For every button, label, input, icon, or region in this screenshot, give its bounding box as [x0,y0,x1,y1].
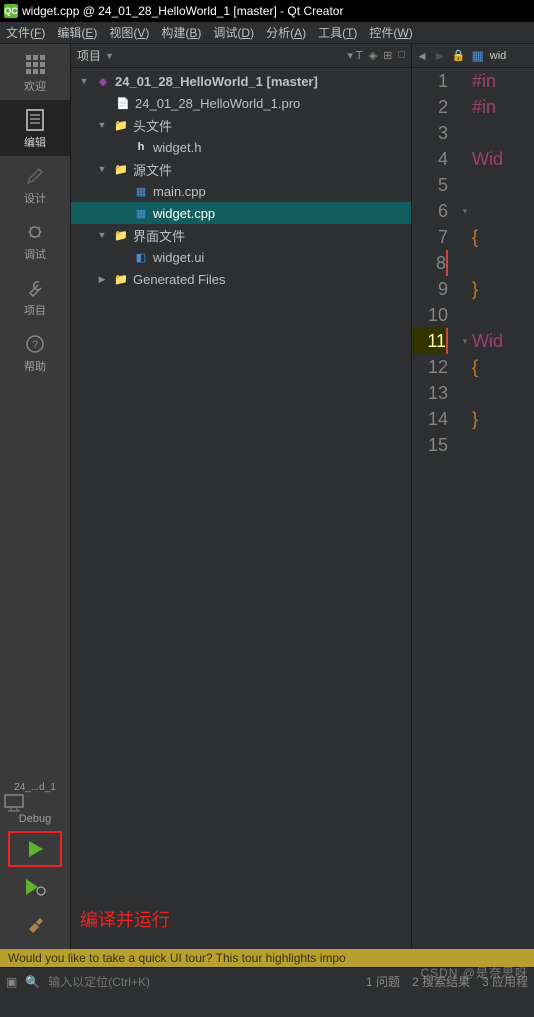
mode-edit[interactable]: 编辑 [0,100,70,156]
cpp-file-icon: ▦ [133,205,149,221]
mode-projects[interactable]: 项目 [0,268,70,324]
wrench-icon [23,276,47,300]
project-icon: ◆ [95,73,111,89]
menu-edit[interactable]: 编辑(E) [51,24,103,41]
status-issues[interactable]: 1 问题 [366,973,400,990]
pencil-icon [23,164,47,188]
fold-column[interactable]: ▾ ▾ [458,68,472,949]
folder-icon: 📁 [113,161,129,177]
cpp-file-icon: ▦ [471,48,483,64]
menu-analyze[interactable]: 分析(A) [260,24,312,41]
tree-pro-file[interactable]: 📄 24_01_28_HelloWorld_1.pro [71,92,411,114]
locator-input[interactable]: 输入以定位(Ctrl+K) [48,973,150,990]
folder-icon: 📁 [113,227,129,243]
nav-back-icon[interactable]: ◄ [416,49,428,63]
help-icon: ? [23,332,47,356]
menu-debug[interactable]: 调试(D) [207,24,260,41]
tree-file-selected[interactable]: ▦ widget.cpp [71,202,411,224]
mode-debug[interactable]: 调试 [0,212,70,268]
nav-fwd-icon[interactable]: ► [434,49,446,63]
titlebar: QC widget.cpp @ 24_01_28_HelloWorld_1 [m… [0,0,534,22]
folder-icon: 📁 [113,271,129,287]
menu-build[interactable]: 构建(B) [155,24,207,41]
bug-icon [23,220,47,244]
annotation-label: 编译并运行 [80,906,170,932]
add-icon[interactable]: ⊞ [383,49,392,62]
monitor-icon [2,793,68,813]
search-icon: 🔍 [25,975,40,989]
source-text[interactable]: #in #in Wid { } Wid { } [472,68,503,949]
project-tree[interactable]: ▼◆ 24_01_28_HelloWorld_1 [master] 📄 24_0… [71,68,411,949]
menu-tools[interactable]: 工具(T) [312,24,363,41]
qt-creator-icon: QC [4,4,18,18]
cpp-file-icon: ▦ [133,183,149,199]
watermark: CSDN @是奈思呀 [420,964,528,981]
menubar: 文件(F) 编辑(E) 视图(V) 构建(B) 调试(D) 分析(A) 工具(T… [0,22,534,44]
mode-welcome[interactable]: 欢迎 [0,44,70,100]
line-gutter: 123456789101112131415 [412,68,458,949]
debug-run-button[interactable] [8,869,62,905]
mode-bar: 欢迎 编辑 设计 调试 项目 ? 帮助 24_...d_1 Debug [0,44,71,949]
lock-icon[interactable]: 🔒 [452,49,466,62]
ui-file-icon: ◧ [133,249,149,265]
sync-icon[interactable]: ◈ [369,49,377,62]
hammer-icon [25,915,45,935]
grid-icon [23,52,47,76]
editor-tabs: ◄ ► 🔒 ▦ wid [412,44,534,68]
document-icon [23,108,47,132]
h-file-icon: h [133,139,149,155]
tree-folder-headers[interactable]: ▼📁 头文件 [71,114,411,136]
menu-view[interactable]: 视图(V) [103,24,155,41]
tree-file[interactable]: ▦ main.cpp [71,180,411,202]
project-pane: 项目 ▼ ▾ 𝖳 ◈ ⊞ □ ▼◆ 24_01_28_HelloWorld_1 … [71,44,412,949]
build-button[interactable] [8,907,62,943]
pro-file-icon: 📄 [115,95,131,111]
close-pane-icon[interactable]: ▣ [6,975,17,989]
split-icon[interactable]: □ [398,49,405,62]
folder-icon: 📁 [113,117,129,133]
tree-file[interactable]: ◧ widget.ui [71,246,411,268]
play-icon [25,839,45,859]
svg-text:?: ? [32,339,38,351]
filter-icon[interactable]: ▾ 𝖳 [347,49,362,62]
editor-pane: ◄ ► 🔒 ▦ wid 123456789101112131415 ▾ ▾ #i… [412,44,534,949]
kit-selector[interactable]: 24_...d_1 Debug [0,778,70,829]
project-pane-title[interactable]: 项目 [77,47,101,64]
menu-widgets[interactable]: 控件(W) [363,24,418,41]
tree-folder-sources[interactable]: ▼📁 源文件 [71,158,411,180]
tree-folder-generated[interactable]: ▶📁 Generated Files [71,268,411,290]
editor-tab-name[interactable]: wid [490,50,507,62]
mode-help[interactable]: ? 帮助 [0,324,70,380]
run-button[interactable] [8,831,62,867]
play-debug-icon [24,877,46,897]
tree-folder-forms[interactable]: ▼📁 界面文件 [71,224,411,246]
mode-design[interactable]: 设计 [0,156,70,212]
project-pane-header: 项目 ▼ ▾ 𝖳 ◈ ⊞ □ [71,44,411,68]
code-area[interactable]: 123456789101112131415 ▾ ▾ #in #in Wid { … [412,68,534,949]
tree-project-root[interactable]: ▼◆ 24_01_28_HelloWorld_1 [master] [71,70,411,92]
menu-file[interactable]: 文件(F) [0,24,51,41]
window-title: widget.cpp @ 24_01_28_HelloWorld_1 [mast… [22,4,343,18]
tree-file[interactable]: h widget.h [71,136,411,158]
